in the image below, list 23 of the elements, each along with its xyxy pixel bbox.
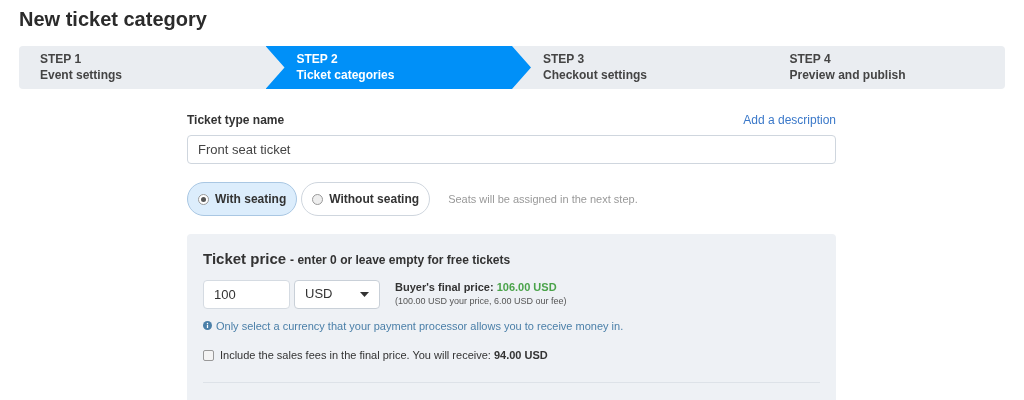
field-label: Ticket type name: [187, 112, 285, 129]
step-tab[interactable]: STEP 4 Preview and publish: [777, 46, 1005, 89]
add-description-link[interactable]: Add a description: [743, 111, 836, 129]
ticket-name-input[interactable]: Front seat ticket: [187, 135, 836, 164]
caret-icon: [360, 291, 369, 297]
fees-checkbox[interactable]: [203, 349, 214, 361]
price-input[interactable]: 100: [203, 279, 290, 309]
step-tab[interactable]: STEP 1 Event settings: [19, 46, 266, 89]
info-icon: [203, 321, 212, 331]
seating-option[interactable]: Without seating: [301, 182, 431, 216]
fees-label: Include the sales fees in the final price. You will receive: 94.00 USD: [220, 348, 548, 363]
section-subtitle: - enter 0 or leave empty for free tickets: [290, 252, 511, 269]
radio-icon: [198, 193, 209, 205]
currency-select[interactable]: USD: [294, 279, 380, 309]
step-tab[interactable]: STEP 3 Checkout settings: [531, 46, 759, 89]
seating-option[interactable]: With seating: [187, 182, 298, 216]
final-price: Buyer's final price: 106.00 USD: [395, 279, 558, 294]
info-text: Only select a currency that your payment processor allows you to receive money in.: [216, 318, 624, 334]
price-breakdown: (100.00 USD your price, 6.00 USD our fee): [395, 294, 567, 308]
section-title: Ticket price: [203, 249, 287, 269]
radio-icon: [312, 193, 324, 205]
page-title: New ticket category: [18, 7, 208, 32]
seating-hint: Seats will be assigned in the next step.: [448, 191, 638, 207]
